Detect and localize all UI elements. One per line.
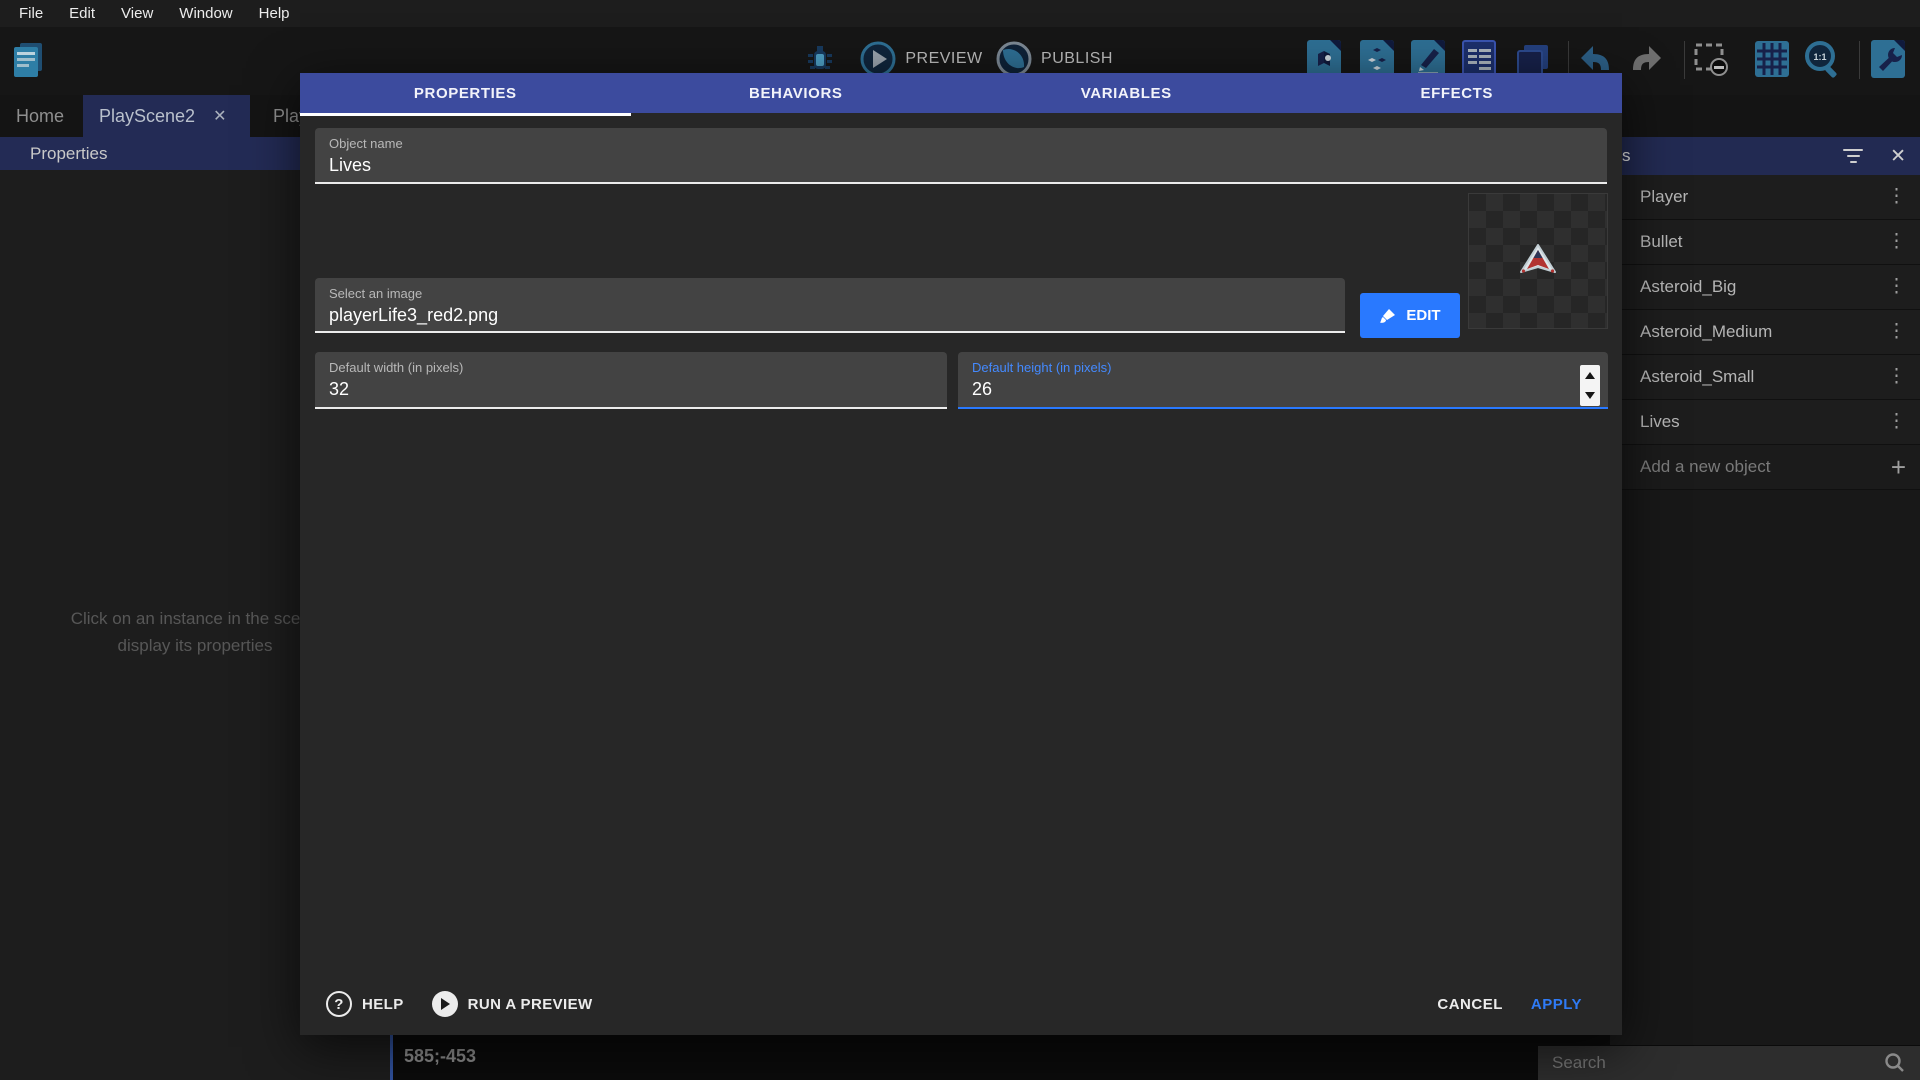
object-row-asteroid-big[interactable]: Asteroid_Big ⋮	[1610, 265, 1920, 310]
properties-panel-title: Properties	[30, 144, 107, 164]
object-row-player[interactable]: Player ⋮	[1610, 175, 1920, 220]
panel-close-icon[interactable]: ✕	[1890, 145, 1906, 168]
project-manager-icon	[11, 39, 45, 79]
kebab-menu-icon[interactable]: ⋮	[1887, 235, 1906, 249]
redo-button[interactable]	[1626, 38, 1666, 80]
object-row-lives[interactable]: Lives ⋮	[1610, 400, 1920, 445]
toolbar-divider-3	[1859, 41, 1860, 79]
settings-button[interactable]	[1868, 38, 1908, 80]
dialog-tab-behaviors[interactable]: BEHAVIORS	[631, 73, 962, 113]
dialog-tab-variables[interactable]: VARIABLES	[961, 73, 1292, 113]
object-search-bar	[1538, 1046, 1920, 1080]
brush-icon	[1379, 307, 1397, 325]
toggle-grid-button[interactable]	[1752, 38, 1792, 80]
menu-help[interactable]: Help	[248, 3, 301, 24]
help-icon: ?	[326, 991, 352, 1017]
add-new-object-row[interactable]: Add a new object +	[1610, 445, 1920, 490]
number-stepper[interactable]	[1580, 365, 1600, 406]
search-icon	[1884, 1052, 1906, 1074]
grid-icon	[1755, 41, 1789, 77]
menu-file[interactable]: File	[8, 3, 54, 24]
plus-icon: +	[1891, 452, 1906, 483]
objects-panel-header: s ✕	[1610, 137, 1920, 175]
edit-image-button[interactable]: EDIT	[1360, 293, 1460, 338]
kebab-menu-icon[interactable]: ⋮	[1887, 370, 1906, 384]
svg-text:1:1: 1:1	[1813, 52, 1826, 62]
stepper-down-icon[interactable]	[1585, 392, 1595, 399]
kebab-menu-icon[interactable]: ⋮	[1887, 190, 1906, 204]
kebab-menu-icon[interactable]: ⋮	[1887, 325, 1906, 339]
publish-label: PUBLISH	[1041, 50, 1113, 68]
tab-close-icon[interactable]: ✕	[213, 106, 226, 126]
selection-remove-icon	[1690, 39, 1730, 79]
dialog-tab-effects[interactable]: EFFECTS	[1292, 73, 1623, 113]
run-preview-button[interactable]: RUN A PREVIEW	[432, 991, 593, 1017]
image-select-field[interactable]: Select an image playerLife3_red2.png	[315, 278, 1345, 333]
zoom-one-to-one-icon: 1:1	[1801, 38, 1843, 80]
debug-bug-icon	[802, 41, 838, 77]
toolbar-divider-2	[1684, 41, 1685, 79]
cancel-button[interactable]: CANCEL	[1423, 988, 1517, 1021]
kebab-menu-icon[interactable]: ⋮	[1887, 280, 1906, 294]
dialog-tab-properties[interactable]: PROPERTIES	[300, 73, 631, 113]
active-tab-underline	[300, 113, 631, 116]
default-height-field[interactable]: Default height (in pixels) 26	[958, 352, 1608, 409]
menu-window[interactable]: Window	[168, 3, 243, 24]
tab-playscene2[interactable]: PlayScene2 ✕	[83, 95, 250, 137]
preview-label: PREVIEW	[905, 50, 982, 68]
apply-button[interactable]: APPLY	[1517, 988, 1596, 1021]
spaceship-sprite-icon	[1516, 242, 1560, 280]
sprite-preview	[1468, 193, 1608, 329]
delete-instances-button[interactable]	[1690, 38, 1730, 80]
wrench-icon	[1871, 40, 1905, 78]
kebab-menu-icon[interactable]: ⋮	[1887, 415, 1906, 429]
objects-panel-title-truncated: s	[1622, 146, 1631, 166]
object-name-field[interactable]: Object name Lives	[315, 128, 1607, 184]
cursor-coordinates: 585;-453	[404, 1046, 476, 1067]
object-editor-dialog: PROPERTIES BEHAVIORS VARIABLES EFFECTS O…	[300, 73, 1622, 1035]
canvas-selection-edge	[390, 1035, 393, 1080]
default-width-field[interactable]: Default width (in pixels) 32	[315, 352, 947, 409]
object-row-bullet[interactable]: Bullet ⋮	[1610, 220, 1920, 265]
play-icon	[432, 991, 458, 1017]
dialog-footer: ? HELP RUN A PREVIEW CANCEL APPLY	[300, 973, 1622, 1035]
object-row-asteroid-medium[interactable]: Asteroid_Medium ⋮	[1610, 310, 1920, 355]
tab-home[interactable]: Home	[0, 95, 80, 137]
help-button[interactable]: ? HELP	[326, 991, 404, 1017]
dialog-tabs: PROPERTIES BEHAVIORS VARIABLES EFFECTS	[300, 73, 1622, 113]
search-input[interactable]	[1538, 1053, 1884, 1073]
redo-arrow-icon	[1625, 40, 1667, 78]
menu-edit[interactable]: Edit	[58, 3, 106, 24]
menu-view[interactable]: View	[110, 3, 164, 24]
menu-bar: File Edit View Window Help	[0, 0, 1920, 27]
zoom-original-button[interactable]: 1:1	[1802, 38, 1842, 80]
objects-panel: s ✕ Player ⋮ Bullet ⋮ Asteroid_Big ⋮ Ast…	[1610, 137, 1920, 1045]
filter-icon[interactable]	[1842, 149, 1864, 163]
stepper-up-icon[interactable]	[1585, 372, 1595, 379]
object-row-asteroid-small[interactable]: Asteroid_Small ⋮	[1610, 355, 1920, 400]
project-manager-button[interactable]	[8, 38, 48, 80]
